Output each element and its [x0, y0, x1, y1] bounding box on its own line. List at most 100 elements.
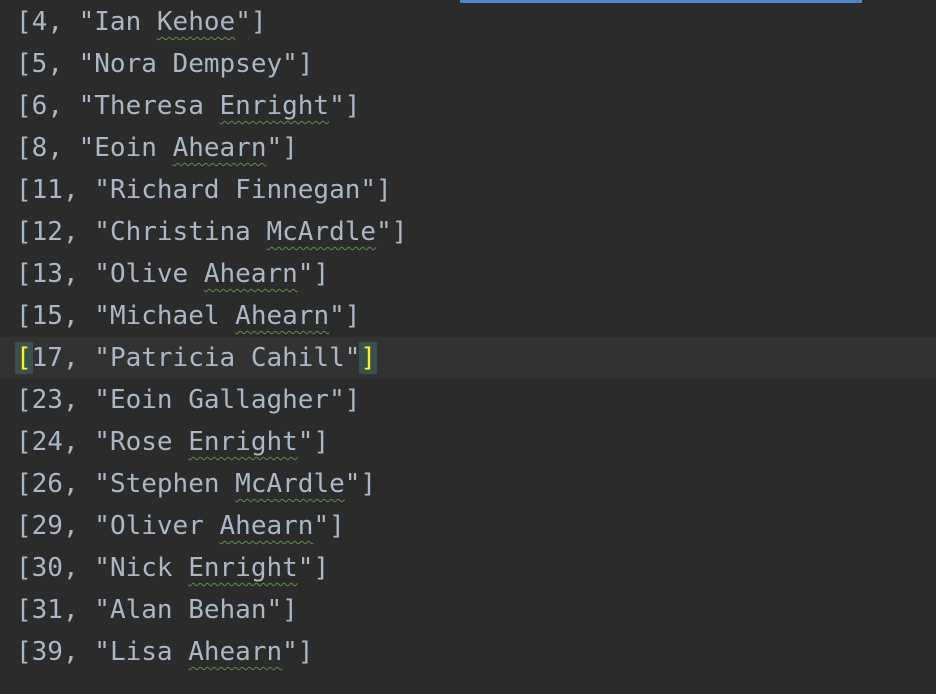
open-bracket: [ — [16, 469, 32, 499]
closing-quote: " — [329, 91, 345, 121]
code-line[interactable]: [8, "Eoin Ahearn"] — [0, 127, 936, 169]
row-id: 13 — [31, 259, 63, 289]
open-bracket: [ — [16, 301, 32, 331]
closing-quote: " — [329, 385, 345, 415]
name-text: Nick — [109, 553, 189, 583]
code-editor[interactable]: [4, "Ian Kehoe"] [5, "Nora Dempsey"] [6, "… — [0, 0, 936, 694]
close-bracket: ] — [282, 133, 298, 163]
code-line[interactable]: [39, "Lisa Ahearn"] — [0, 631, 936, 673]
closing-quote: " — [297, 259, 314, 289]
row-id: 30 — [31, 553, 63, 583]
open-bracket: [ — [16, 49, 32, 79]
separator: , " — [62, 301, 110, 331]
separator: , " — [47, 91, 95, 121]
code-line-current[interactable]: [17, "Patricia Cahill"] — [0, 337, 936, 379]
code-line[interactable]: [15, "Michael Ahearn"] — [0, 295, 936, 337]
spellcheck-flagged-word[interactable]: Ahearn — [173, 133, 267, 163]
closing-quote: " — [344, 469, 361, 499]
spellcheck-flagged-word[interactable]: Enright — [188, 427, 298, 457]
code-line[interactable]: [4, "Ian Kehoe"] — [0, 1, 936, 43]
code-line[interactable]: [6, "Theresa Enright"] — [0, 85, 936, 127]
spellcheck-flagged-word[interactable]: Enright — [188, 553, 298, 583]
spellcheck-flagged-word[interactable]: Enright — [220, 91, 330, 121]
open-bracket: [ — [16, 259, 32, 289]
spellcheck-flagged-word[interactable]: McArdle — [235, 469, 345, 499]
separator: , " — [62, 595, 110, 625]
spellcheck-flagged-word[interactable]: Ahearn — [204, 259, 298, 289]
open-bracket: [ — [16, 385, 32, 415]
name-text: Stephen — [109, 469, 236, 499]
name-text: Lisa — [109, 637, 189, 667]
code-line[interactable]: [26, "Stephen McArdle"] — [0, 463, 936, 505]
code-line[interactable]: [5, "Nora Dempsey"] — [0, 43, 936, 85]
close-bracket: ] — [376, 175, 392, 205]
closing-quote: " — [329, 301, 345, 331]
closing-quote: " — [235, 7, 251, 37]
row-id: 29 — [31, 511, 63, 541]
name-text: Eoin — [94, 133, 173, 163]
spellcheck-flagged-word[interactable]: Ahearn — [235, 301, 329, 331]
name-text: Christina — [109, 217, 267, 247]
row-id: 6 — [31, 91, 48, 121]
closing-quote: " — [266, 595, 283, 625]
separator: , " — [47, 49, 95, 79]
separator: , " — [62, 385, 110, 415]
close-bracket: ] — [344, 385, 361, 415]
close-bracket: ] — [344, 301, 361, 331]
code-line[interactable]: [24, "Rose Enright"] — [0, 421, 936, 463]
row-id: 8 — [31, 133, 48, 163]
name-text: Rose — [109, 427, 189, 457]
open-bracket: [ — [16, 175, 32, 205]
row-id: 4 — [31, 7, 48, 37]
code-line[interactable]: [30, "Nick Enright"] — [0, 547, 936, 589]
row-id: 39 — [31, 637, 63, 667]
separator: , " — [47, 133, 95, 163]
open-bracket: [ — [16, 595, 32, 625]
open-bracket: [ — [15, 342, 33, 374]
code-line[interactable]: [13, "Olive Ahearn"] — [0, 253, 936, 295]
name-text: Eoin Gallagher — [109, 385, 330, 415]
name-text: Alan Behan — [109, 595, 267, 625]
code-line[interactable]: [11, "Richard Finnegan"] — [0, 169, 936, 211]
close-bracket: ] — [329, 511, 345, 541]
name-text: Richard Finnegan — [109, 175, 361, 205]
separator: , " — [62, 217, 110, 247]
open-bracket: [ — [16, 637, 32, 667]
open-bracket: [ — [16, 217, 32, 247]
closing-quote: " — [297, 427, 314, 457]
close-bracket: ] — [297, 637, 314, 667]
code-line[interactable]: [31, "Alan Behan"] — [0, 589, 936, 631]
open-bracket: [ — [16, 7, 32, 37]
separator: , " — [62, 175, 110, 205]
closing-quote: " — [297, 553, 314, 583]
name-text: Patricia Cahill — [109, 343, 345, 373]
close-bracket: ] — [359, 342, 378, 374]
open-bracket: [ — [16, 133, 32, 163]
row-id: 31 — [31, 595, 63, 625]
close-bracket: ] — [313, 259, 330, 289]
closing-quote: " — [344, 343, 361, 373]
name-text: Olive — [109, 259, 204, 289]
spellcheck-flagged-word[interactable]: Ahearn — [220, 511, 314, 541]
close-bracket: ] — [391, 217, 408, 247]
spellcheck-flagged-word[interactable]: Kehoe — [157, 7, 235, 37]
close-bracket: ] — [282, 595, 298, 625]
name-text: Nora Dempsey — [94, 49, 283, 79]
separator: , " — [62, 553, 110, 583]
row-id: 5 — [31, 49, 48, 79]
name-text: Theresa — [94, 91, 220, 121]
code-line[interactable]: [23, "Eoin Gallagher"] — [0, 379, 936, 421]
code-line[interactable]: [12, "Christina McArdle"] — [0, 211, 936, 253]
closing-quote: " — [266, 133, 283, 163]
separator: , " — [62, 469, 110, 499]
spellcheck-flagged-word[interactable]: Ahearn — [188, 637, 282, 667]
closing-quote: " — [282, 49, 298, 79]
close-bracket: ] — [313, 427, 330, 457]
name-text: Oliver — [109, 511, 220, 541]
spellcheck-flagged-word[interactable]: McArdle — [266, 217, 376, 247]
open-bracket: [ — [16, 91, 32, 121]
row-id: 15 — [31, 301, 63, 331]
code-lines[interactable]: [4, "Ian Kehoe"] [5, "Nora Dempsey"] [6, "… — [0, 1, 936, 673]
code-line[interactable]: [29, "Oliver Ahearn"] — [0, 505, 936, 547]
closing-quote: " — [376, 217, 392, 247]
